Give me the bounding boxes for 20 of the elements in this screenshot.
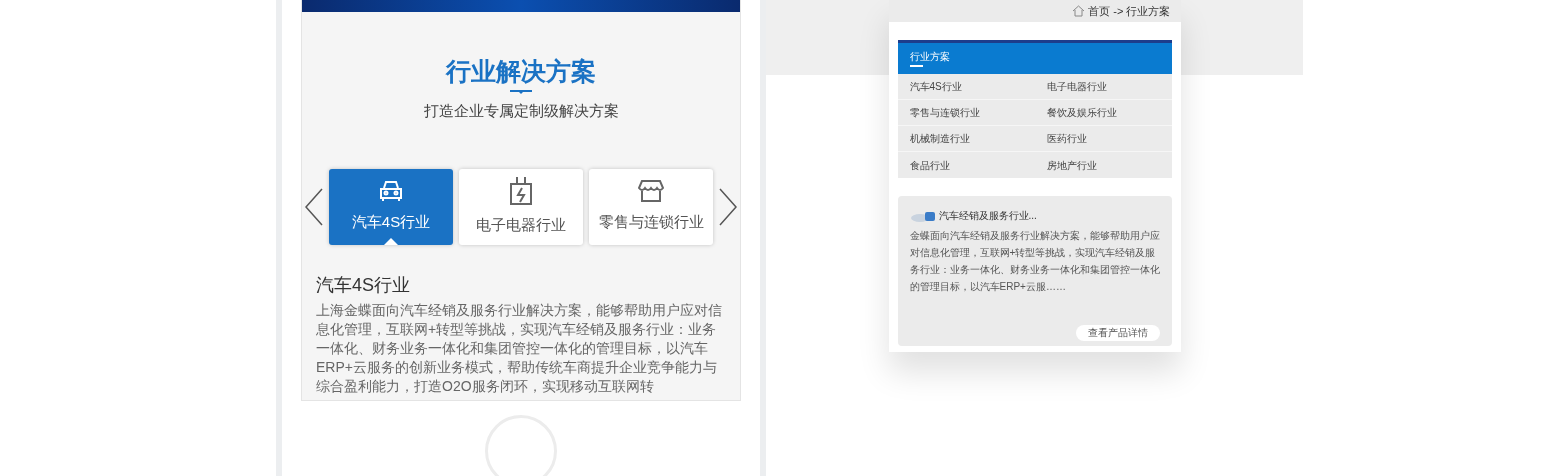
detail-title: 汽车4S行业 xyxy=(316,273,412,297)
banner-title: 行业方案 xyxy=(909,50,951,63)
industry-tab[interactable]: 零售与连锁行业 xyxy=(589,168,713,245)
industry-link[interactable]: 零售与连锁行业 xyxy=(897,100,1035,126)
product-title: 汽车经销及服务行业... xyxy=(938,209,1037,223)
detail-text: 上海金蝶面向汽车经销及服务行业解决方案，能够帮助用户应对信息化管理，互联网+转型等挑战，实现汽车经销及服务行业：业务一体化、财务业务一体化和集团管控一体化的管理目标，以汽车ERP+云服务的创新业务模式，帮助传统车商提升企业竞争能力与综合盈利能力，打造O2O服务闭环，实现移动互联网转 xyxy=(316,300,723,396)
industry-link[interactable]: 房地产行业 xyxy=(1034,152,1172,178)
industry-link[interactable]: 机械制造行业 xyxy=(897,126,1035,152)
product-details-button[interactable]: 查看产品详情 xyxy=(1075,325,1160,341)
product-text: 金蝶面向汽车经销及服务行业解决方案，能够帮助用户应对信息化管理，互联网+转型等挑战，实现汽车经销及服务行业：业务一体化、财务业务一体化和集团管控一体化的管理目标，以汽车ERP+云服…… xyxy=(909,229,1160,294)
industry-link[interactable]: 汽车4S行业 xyxy=(897,74,1035,100)
industry-link[interactable]: 医药行业 xyxy=(1034,126,1172,152)
breadcrumb-text: 首页 -> 行业方案 xyxy=(1088,3,1171,19)
section-subtitle: 打造企业专属定制级解决方案 xyxy=(423,101,619,121)
section-title: 行业解决方案 xyxy=(446,56,596,87)
industry-link[interactable]: 食品行业 xyxy=(897,152,1035,178)
industry-link[interactable]: 餐饮及娱乐行业 xyxy=(1034,100,1172,126)
industry-tab[interactable]: 电子电器行业 xyxy=(459,168,583,245)
industry-tab[interactable]: 汽车4S行业 xyxy=(329,168,453,245)
industry-link[interactable]: 电子电器行业 xyxy=(1034,74,1172,100)
